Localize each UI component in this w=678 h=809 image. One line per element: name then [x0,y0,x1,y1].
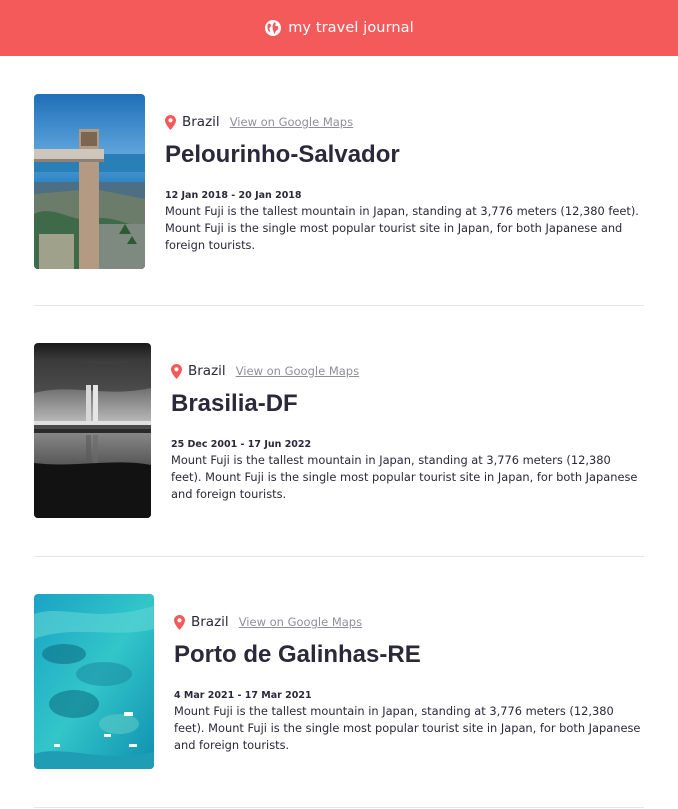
country-label: Brazil [191,614,229,630]
journal-entry: Brazil View on Google Maps Porto de Gali… [34,557,644,808]
location-row: Brazil View on Google Maps [171,361,644,381]
google-maps-link[interactable]: View on Google Maps [230,115,353,129]
trip-dates: 4 Mar 2021 - 17 Mar 2021 [174,690,312,701]
place-title: Brasilia-DF [171,390,298,417]
trip-dates: 25 Dec 2001 - 17 Jun 2022 [171,439,312,450]
location-pin-icon [165,114,176,130]
google-maps-link[interactable]: View on Google Maps [236,364,359,378]
entry-info: Brazil View on Google Maps Porto de Gali… [154,594,644,807]
entry-info: Brazil View on Google Maps Pelourinho-Sa… [145,94,640,305]
app-title: my travel journal [288,20,414,36]
location-row: Brazil View on Google Maps [165,112,640,132]
country-label: Brazil [188,363,226,379]
journal-entry: Brazil View on Google Maps Brasilia-DF 2… [34,306,644,557]
entry-photo [34,343,151,518]
entry-photo [34,594,154,769]
entry-description: Mount Fuji is the tallest mountain in Ja… [171,453,638,501]
entry-info: Brazil View on Google Maps Brasilia-DF 2… [151,343,644,556]
globe-icon [264,19,282,37]
place-title: Pelourinho-Salvador [165,141,400,168]
location-pin-icon [174,614,185,630]
location-pin-icon [171,363,182,379]
location-row: Brazil View on Google Maps [174,612,644,632]
google-maps-link[interactable]: View on Google Maps [239,615,362,629]
entry-photo [34,94,145,269]
journal-entry: Brazil View on Google Maps Pelourinho-Sa… [34,56,644,306]
app-header: my travel journal [0,0,678,56]
entry-description: Mount Fuji is the tallest mountain in Ja… [174,704,641,752]
place-title: Porto de Galinhas-RE [174,641,421,668]
country-label: Brazil [182,114,220,130]
trip-dates: 12 Jan 2018 - 20 Jan 2018 [165,190,302,201]
journal-entries: Brazil View on Google Maps Pelourinho-Sa… [0,56,678,808]
entry-description: Mount Fuji is the tallest mountain in Ja… [165,204,639,252]
